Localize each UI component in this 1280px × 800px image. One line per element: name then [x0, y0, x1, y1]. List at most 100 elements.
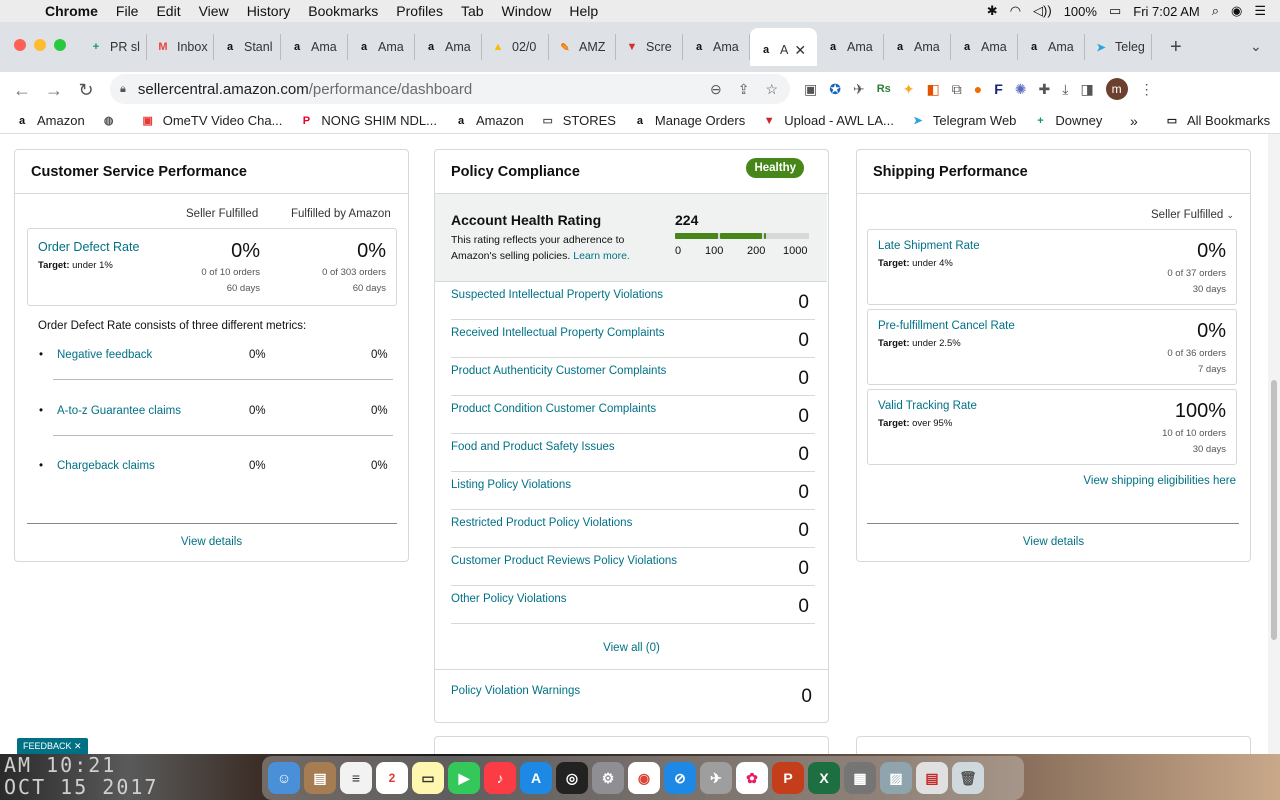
- all-bookmarks-button[interactable]: ▭ All Bookmarks: [1156, 113, 1278, 129]
- browser-tab[interactable]: ✎ AMZ: [549, 34, 616, 60]
- browser-tab[interactable]: ▼ Scre: [616, 34, 683, 60]
- learn-more-link[interactable]: Learn more.: [573, 250, 630, 262]
- extension-copy-icon[interactable]: ⧉: [952, 81, 962, 98]
- negative-feedback-link[interactable]: Negative feedback: [57, 349, 152, 361]
- bookmark-item[interactable]: a Amazon: [445, 113, 532, 129]
- menu-tab[interactable]: Tab: [452, 3, 493, 19]
- extension-star-icon[interactable]: ✦: [903, 81, 915, 98]
- menu-profiles[interactable]: Profiles: [387, 3, 452, 19]
- browser-tab[interactable]: a Ama: [415, 34, 482, 60]
- browser-tab[interactable]: ➤ Teleg: [1085, 34, 1152, 60]
- shipping-metric-link[interactable]: Pre-fulfillment Cancel Rate: [878, 320, 1015, 332]
- spotlight-search-icon[interactable]: ⌕: [1212, 3, 1219, 19]
- menu-app-chrome[interactable]: Chrome: [36, 3, 107, 19]
- system-preferences-icon[interactable]: ⚙: [592, 762, 624, 794]
- browser-tab[interactable]: ▲ 02/0: [482, 34, 549, 60]
- extension-orange-icon[interactable]: ●: [974, 81, 982, 97]
- bluetooth-icon[interactable]: ✱: [987, 3, 998, 19]
- powerpoint-icon[interactable]: P: [772, 762, 804, 794]
- menu-history[interactable]: History: [238, 3, 300, 19]
- control-center-icon[interactable]: ☰: [1254, 3, 1266, 19]
- document-thumbnail-icon[interactable]: ▤: [916, 762, 948, 794]
- forward-button[interactable]: →: [38, 80, 70, 101]
- extension-bag-icon[interactable]: ◧: [927, 81, 940, 98]
- menu-window[interactable]: Window: [493, 3, 561, 19]
- policy-row-link[interactable]: Food and Product Safety Issues: [451, 441, 615, 453]
- menu-file[interactable]: File: [107, 3, 148, 19]
- order-defect-rate-link[interactable]: Order Defect Rate: [38, 240, 139, 254]
- shipping-view-details-link[interactable]: View details: [857, 536, 1250, 548]
- reminders-icon[interactable]: ≡: [340, 762, 372, 794]
- extension-f-icon[interactable]: F: [994, 81, 1003, 97]
- bookmark-item[interactable]: ▭ STORES: [532, 113, 624, 129]
- browser-tab[interactable]: a Ama: [1018, 34, 1085, 60]
- window-close-button[interactable]: [14, 39, 26, 51]
- downloads-icon[interactable]: ⤓: [1062, 81, 1068, 98]
- browser-tab[interactable]: a Ama: [951, 34, 1018, 60]
- new-tab-button[interactable]: +: [1170, 36, 1182, 59]
- bookmark-item[interactable]: a Amazon: [6, 113, 93, 129]
- browser-tab[interactable]: a A ✕: [750, 28, 817, 66]
- shipping-fulfillment-dropdown[interactable]: Seller Fulfilled ⌄: [1151, 209, 1234, 221]
- bookmark-item[interactable]: ◍: [93, 113, 132, 129]
- finder-icon[interactable]: ☺: [268, 762, 300, 794]
- safari-icon[interactable]: ⊘: [664, 762, 696, 794]
- atoz-claims-link[interactable]: A-to-z Guarantee claims: [57, 405, 181, 417]
- preview-icon[interactable]: ▨: [880, 762, 912, 794]
- trash-icon[interactable]: 🗑︎: [952, 762, 984, 794]
- reload-button[interactable]: ↻: [70, 80, 102, 101]
- window-minimize-button[interactable]: [34, 39, 46, 51]
- page-scrollbar[interactable]: [1268, 134, 1280, 754]
- menu-bookmarks[interactable]: Bookmarks: [299, 3, 387, 19]
- calendar-icon[interactable]: 2: [376, 762, 408, 794]
- bookmark-item[interactable]: ▣ OmeTV Video Cha...: [132, 113, 291, 129]
- chrome-dock-icon[interactable]: ◉: [628, 762, 660, 794]
- view-all-link[interactable]: View all (0): [435, 642, 828, 654]
- extension-off-icon[interactable]: ▣: [804, 81, 817, 98]
- browser-tab[interactable]: a Ama: [884, 34, 951, 60]
- bookmark-item[interactable]: P NONG SHIM NDL...: [290, 113, 445, 129]
- bookmark-item[interactable]: a Manage Orders: [624, 113, 753, 129]
- share-icon[interactable]: ⇪: [738, 81, 750, 98]
- policy-row-link[interactable]: Product Condition Customer Complaints: [451, 403, 656, 415]
- policy-row-link[interactable]: Restricted Product Policy Violations: [451, 517, 632, 529]
- chargeback-claims-link[interactable]: Chargeback claims: [57, 460, 155, 472]
- siri-app-icon[interactable]: ◎: [556, 762, 588, 794]
- siri-icon[interactable]: ◉: [1231, 3, 1242, 19]
- browser-tab[interactable]: a Ama: [348, 34, 415, 60]
- policy-row-link[interactable]: Customer Product Reviews Policy Violatio…: [451, 555, 677, 567]
- bookmark-item[interactable]: + Downey: [1024, 113, 1110, 129]
- tab-search-chevron-icon[interactable]: ⌄: [1250, 38, 1262, 55]
- lock-icon[interactable]: 🔒︎: [120, 83, 126, 96]
- wifi-icon[interactable]: ◠: [1010, 3, 1021, 19]
- policy-row-link[interactable]: Received Intellectual Property Complaint…: [451, 327, 665, 339]
- address-bar[interactable]: 🔒︎ sellercentral.amazon.com/performance/…: [110, 74, 790, 104]
- facetime-icon[interactable]: ▶: [448, 762, 480, 794]
- browser-tab[interactable]: a Stanl: [214, 34, 281, 60]
- menu-help[interactable]: Help: [560, 3, 607, 19]
- contacts-icon[interactable]: ▤: [304, 762, 336, 794]
- browser-tab[interactable]: + PR sl: [80, 34, 147, 60]
- extension-gear-icon[interactable]: ✺: [1015, 81, 1027, 98]
- launchpad-icon[interactable]: ✈: [700, 762, 732, 794]
- bookmark-item[interactable]: ▼ Upload - AWL LA...: [753, 113, 902, 129]
- back-button[interactable]: ←: [6, 80, 38, 101]
- policy-row-link[interactable]: Suspected Intellectual Property Violatio…: [451, 289, 663, 301]
- bookmarks-overflow-icon[interactable]: »: [1130, 113, 1138, 129]
- policy-violation-warnings-link[interactable]: Policy Violation Warnings: [451, 685, 580, 697]
- menu-clock[interactable]: Fri 7:02 AM: [1133, 4, 1199, 19]
- browser-tab[interactable]: a Ama: [683, 34, 750, 60]
- excel-icon[interactable]: X: [808, 762, 840, 794]
- app-store-icon[interactable]: A: [520, 762, 552, 794]
- battery-icon[interactable]: ▭: [1109, 3, 1121, 19]
- browser-tab[interactable]: a Ama: [281, 34, 348, 60]
- profile-avatar[interactable]: m: [1105, 78, 1128, 100]
- extension-rs-icon[interactable]: Rs: [877, 83, 891, 95]
- feedback-button[interactable]: FEEDBACK ✕: [17, 738, 88, 754]
- menu-edit[interactable]: Edit: [147, 3, 189, 19]
- side-panel-icon[interactable]: ◨: [1080, 81, 1093, 98]
- shipping-eligibilities-link[interactable]: View shipping eligibilities here: [1083, 475, 1236, 487]
- policy-row-link[interactable]: Product Authenticity Customer Complaints: [451, 365, 666, 377]
- close-tab-icon[interactable]: ✕: [794, 42, 806, 59]
- window-zoom-button[interactable]: [54, 39, 66, 51]
